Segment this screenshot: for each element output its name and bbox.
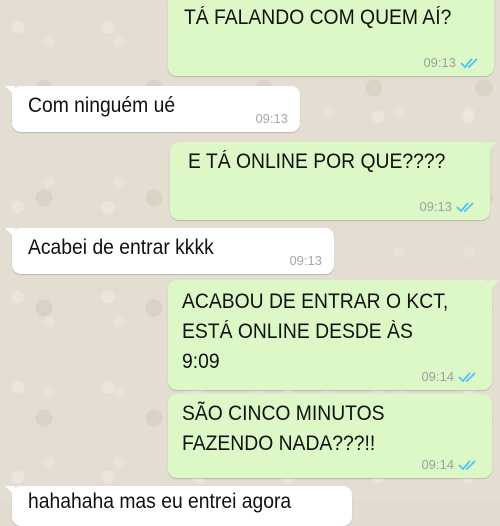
message-outgoing[interactable]: E TÁ ONLINE POR QUE???? 09:13	[170, 142, 497, 220]
message-outgoing[interactable]: SÃO CINCO MINUTOS FAZENDO NADA???!! 09:1…	[168, 394, 492, 478]
message-incoming[interactable]: hahahaha mas eu entrei agora	[5, 486, 352, 526]
message-meta: 09:14	[421, 457, 480, 472]
message-text: FAZENDO NADA???!!	[182, 432, 376, 455]
message-text: E TÁ ONLINE POR QUE????	[188, 150, 446, 173]
double-check-icon	[458, 371, 476, 382]
bubble-tail	[5, 228, 15, 238]
bubble-tail	[487, 142, 497, 152]
message-time: 09:14	[421, 457, 454, 472]
double-check-icon	[458, 459, 476, 470]
message-text: SÃO CINCO MINUTOS	[182, 402, 385, 425]
message-time: 09:14	[421, 369, 454, 384]
message-text: ESTÁ ONLINE DESDE ÀS	[182, 320, 413, 343]
message-time: 09:13	[255, 111, 288, 126]
message-time: 09:13	[423, 55, 456, 70]
message-meta: 09:13	[423, 55, 482, 70]
double-check-icon	[460, 57, 478, 68]
double-check-icon	[456, 201, 474, 212]
message-text: TÁ FALANDO COM QUEM AÍ?	[184, 6, 452, 29]
message-time: 09:13	[289, 253, 322, 268]
message-time: 09:13	[419, 199, 452, 214]
message-text: Com ninguém ué	[28, 94, 176, 117]
message-meta: 09:13	[255, 111, 288, 126]
message-incoming[interactable]: Acabei de entrar kkkk 09:13	[5, 228, 334, 274]
message-meta: 09:13	[419, 199, 478, 214]
message-text: ACABOU DE ENTRAR O KCT,	[182, 290, 449, 313]
bubble-tail	[5, 486, 15, 496]
message-outgoing[interactable]: ACABOU DE ENTRAR O KCT, ESTÁ ONLINE DESD…	[168, 280, 499, 390]
message-meta: 09:13	[289, 253, 322, 268]
message-incoming[interactable]: Com ninguém ué 09:13	[5, 86, 300, 132]
message-text: hahahaha mas eu entrei agora	[28, 490, 292, 513]
message-text: 9:09	[182, 350, 220, 373]
bubble-tail	[5, 86, 15, 96]
message-meta: 09:14	[421, 369, 480, 384]
message-outgoing[interactable]: TÁ FALANDO COM QUEM AÍ? 09:13	[168, 0, 494, 76]
message-text: Acabei de entrar kkkk	[28, 236, 214, 259]
bubble-tail	[489, 280, 499, 290]
